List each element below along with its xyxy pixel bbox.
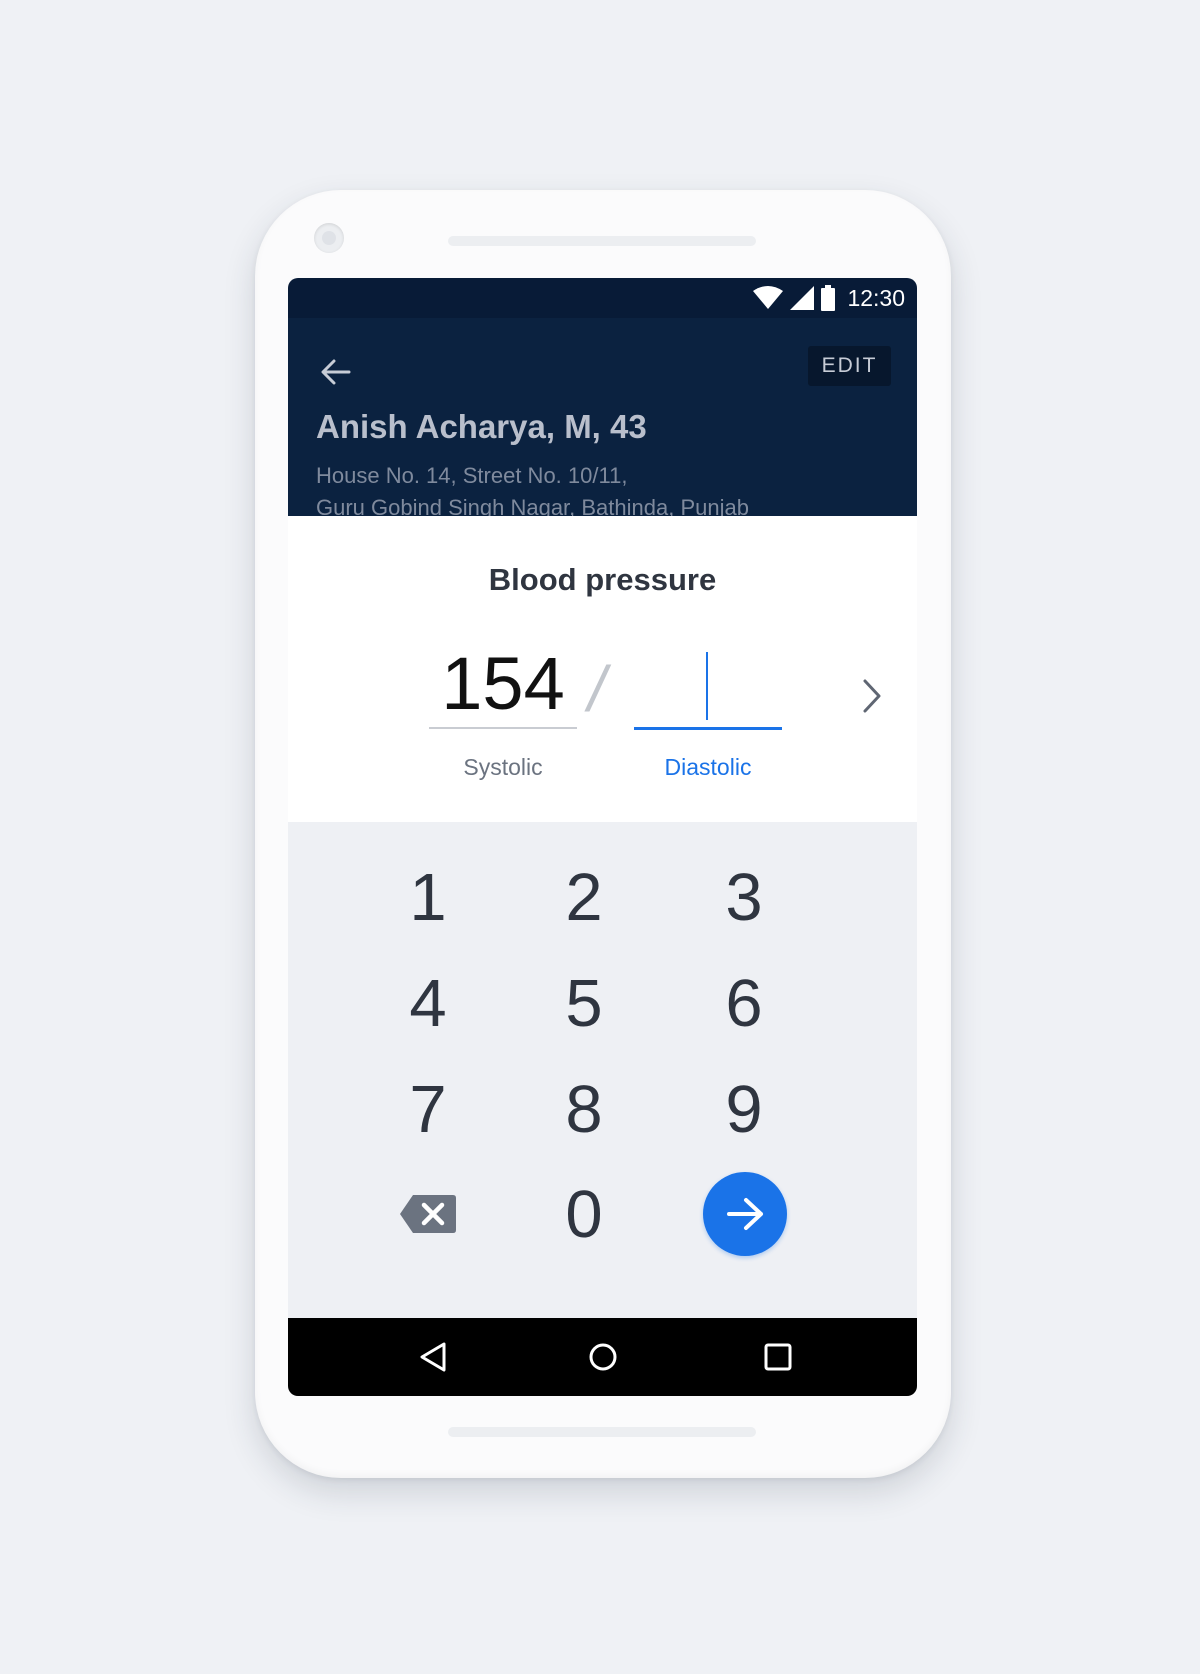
earpiece-speaker xyxy=(448,236,756,246)
home-circle-icon xyxy=(589,1343,617,1371)
key-9[interactable]: 9 xyxy=(684,1061,804,1157)
diastolic-input[interactable] xyxy=(634,646,782,730)
submit-button[interactable] xyxy=(703,1172,787,1256)
nav-recents-button[interactable] xyxy=(758,1337,798,1377)
key-3[interactable]: 3 xyxy=(684,849,804,945)
card-title: Blood pressure xyxy=(488,562,717,597)
patient-address: House No. 14, Street No. 10/11, Guru Gob… xyxy=(316,460,749,524)
key-1[interactable]: 1 xyxy=(368,849,488,945)
app-screen: 12:30 EDIT Anish Acharya, M, 43 House No… xyxy=(288,278,917,1396)
key-0[interactable]: 0 xyxy=(524,1166,644,1262)
arrow-right-icon xyxy=(727,1198,763,1230)
patient-header: EDIT Anish Acharya, M, 43 House No. 14, … xyxy=(288,318,917,520)
backspace-icon xyxy=(400,1195,456,1233)
key-8[interactable]: 8 xyxy=(524,1061,644,1157)
status-time: 12:30 xyxy=(847,284,905,311)
phone-frame: 12:30 EDIT Anish Acharya, M, 43 House No… xyxy=(255,190,951,1478)
bottom-speaker xyxy=(448,1427,756,1437)
key-4[interactable]: 4 xyxy=(368,955,488,1051)
systolic-value: 154 xyxy=(441,642,565,725)
chevron-right-icon xyxy=(863,679,881,713)
back-button[interactable] xyxy=(316,352,356,392)
wifi-icon xyxy=(753,286,784,309)
key-2[interactable]: 2 xyxy=(524,849,644,945)
status-bar: 12:30 xyxy=(288,278,917,318)
backspace-key[interactable] xyxy=(368,1166,488,1262)
signal-icon xyxy=(790,286,815,310)
address-line-1: House No. 14, Street No. 10/11, xyxy=(316,463,628,488)
arrow-left-icon xyxy=(321,359,351,385)
key-6[interactable]: 6 xyxy=(684,955,804,1051)
text-caret xyxy=(706,652,708,720)
recents-square-icon xyxy=(764,1343,792,1371)
back-triangle-icon xyxy=(420,1342,446,1372)
patient-name: Anish Acharya, M, 43 xyxy=(316,408,647,445)
blood-pressure-card: Blood pressure 154 / Systolic Diastolic xyxy=(288,516,917,822)
diastolic-label: Diastolic xyxy=(664,754,752,780)
bp-separator: / xyxy=(588,653,606,725)
systolic-input[interactable]: 154 xyxy=(429,646,577,729)
edit-button[interactable]: EDIT xyxy=(808,346,891,386)
next-button[interactable] xyxy=(857,676,887,716)
android-nav-bar xyxy=(288,1318,917,1396)
nav-back-button[interactable] xyxy=(413,1337,453,1377)
numeric-keypad: 1 2 3 4 5 6 7 8 9 0 xyxy=(288,824,917,1318)
key-5[interactable]: 5 xyxy=(524,955,644,1051)
battery-icon xyxy=(821,285,836,311)
nav-home-button[interactable] xyxy=(583,1337,623,1377)
key-7[interactable]: 7 xyxy=(368,1061,488,1157)
front-camera xyxy=(314,223,344,253)
systolic-label: Systolic xyxy=(463,754,543,780)
